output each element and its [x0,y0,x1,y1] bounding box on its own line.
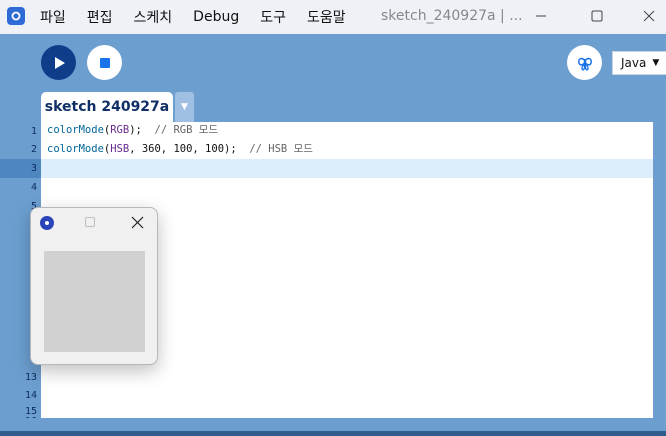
menu-edit[interactable]: 편집 [87,7,113,27]
run-button[interactable] [41,45,76,80]
minimize-button[interactable] [526,4,556,28]
maximize-icon[interactable] [85,217,95,227]
current-line-highlight [41,159,653,178]
line-number: 4 [30,182,37,193]
sketch-window-titlebar[interactable] [31,208,157,238]
minimize-icon [536,15,546,17]
menu-debug[interactable]: Debug [193,9,239,25]
menu-sketch[interactable]: 스케치 [134,7,173,27]
butterfly-debug-icon [577,57,592,71]
stop-icon [99,57,110,68]
menu-file[interactable]: 파일 [40,7,66,27]
tab-menu-button[interactable]: ▼ [175,92,194,122]
maximize-button[interactable] [582,4,612,28]
debug-button[interactable] [567,45,602,80]
mode-selector[interactable]: Java ▼ [612,51,666,75]
code-constant: RGB [110,124,130,136]
line-number: 13 [24,372,37,383]
processing-logo-icon [7,7,25,25]
window-title: sketch_240927a | ... [381,8,523,24]
menu-bar: 파일 편집 스케치 Debug 도구 도움말 [40,0,346,34]
play-icon [54,56,65,69]
close-icon[interactable] [128,213,146,231]
sketch-canvas[interactable] [44,251,145,352]
maximize-icon [591,10,603,22]
stop-button[interactable] [87,45,122,80]
chevron-down-icon: ▼ [652,58,660,68]
processing-logo-icon [40,216,54,230]
code-line: colorMode(RGB); // RGB 모드 [47,124,219,136]
close-icon [643,10,655,22]
console-divider [0,418,666,436]
code-function: colorMode [47,124,104,136]
editor-scrollbar[interactable] [653,122,666,418]
code-constant: HSB [110,143,130,155]
status-strip [0,431,666,436]
code-line: colorMode(HSB, 360, 100, 100); // HSB 모드 [47,143,313,155]
code-function: colorMode [47,143,104,155]
line-number: 2 [30,144,37,155]
line-number: 1 [30,126,37,137]
mode-label: Java [621,56,647,70]
title-bar: 파일 편집 스케치 Debug 도구 도움말 sketch_240927a | … [0,0,666,34]
code-comment: // RGB 모드 [154,124,219,136]
line-number: 3 [30,163,37,174]
menu-tools[interactable]: 도구 [260,7,286,27]
menu-help[interactable]: 도움말 [307,7,346,27]
tab-sketch[interactable]: sketch 240927a [41,92,173,122]
chevron-down-icon: ▼ [181,102,188,112]
code-comment: // HSB 모드 [249,143,313,155]
close-button[interactable] [634,4,664,28]
sketch-output-window[interactable] [30,207,158,365]
